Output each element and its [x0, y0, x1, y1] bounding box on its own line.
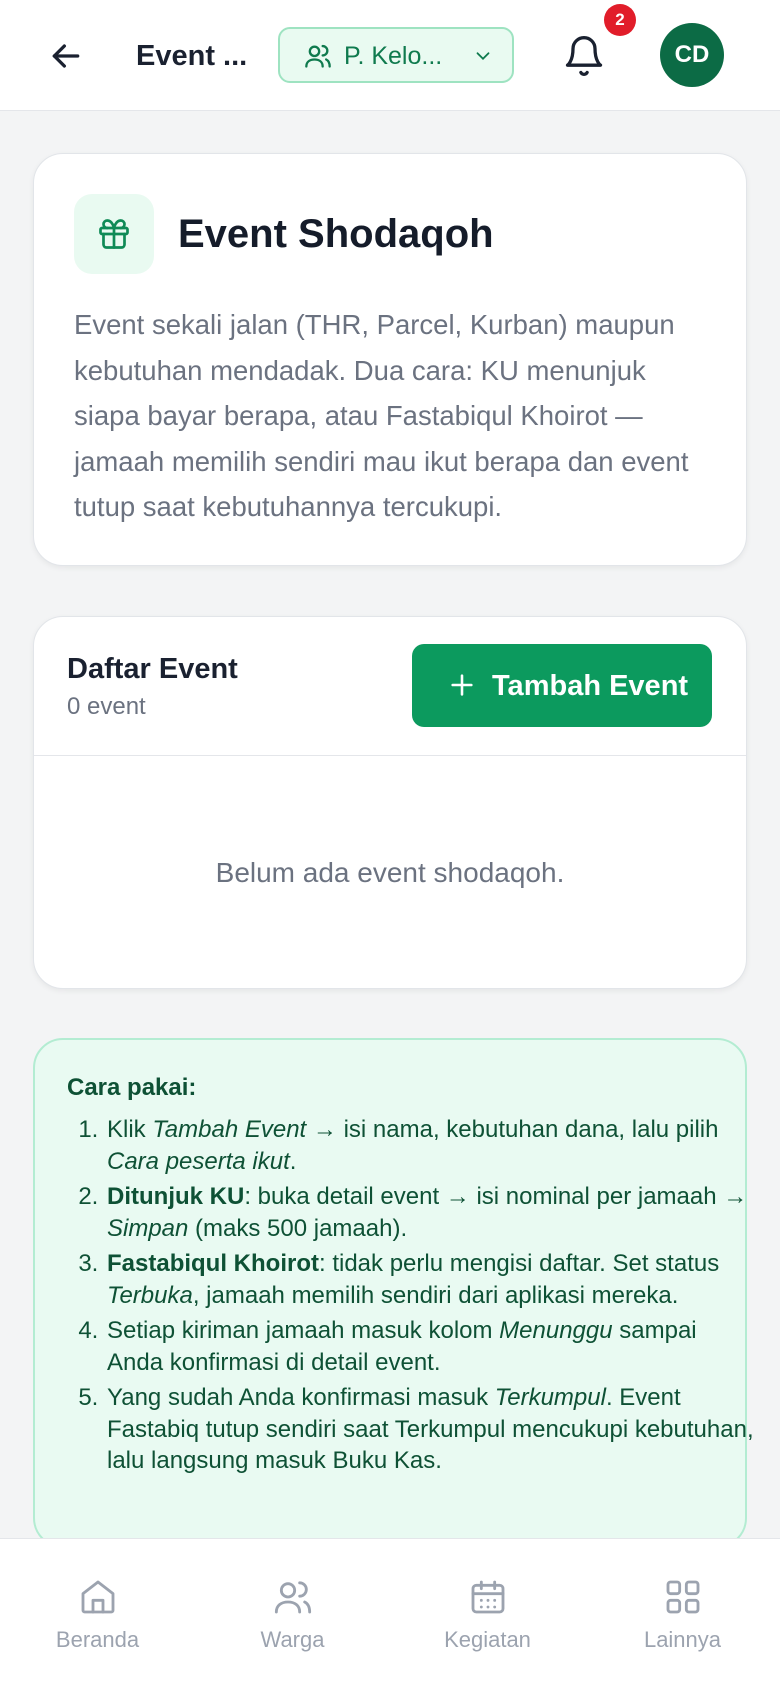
intro-card: Event Shodaqoh Event sekali jalan (THR, … [33, 153, 747, 566]
bottom-navigation: Beranda Warga Kegiatan Lainnya [0, 1538, 780, 1689]
intro-title: Event Shodaqoh [178, 212, 494, 256]
back-button[interactable] [46, 36, 86, 76]
usage-step: Yang sudah Anda konfirmasi masuk Terkump… [105, 1382, 755, 1477]
users-icon [274, 1581, 312, 1614]
usage-step: Fastabiqul Khoirot: tidak perlu mengisi … [105, 1248, 755, 1311]
top-app-bar: Event ... P. Kelo... 2 CD [0, 0, 780, 111]
add-event-label: Tambah Event [492, 670, 689, 702]
usage-guide: Cara pakai: Klik Tambah Event → isi nama… [33, 1038, 754, 1548]
arrow-left-icon [52, 44, 80, 68]
calendar-icon [471, 1580, 505, 1614]
usage-step: Setiap kiriman jamaah masuk kolom Menung… [105, 1315, 755, 1378]
home-icon [81, 1580, 115, 1614]
event-list-header: Daftar Event 0 event Tambah Event [34, 617, 746, 756]
event-list-title: Daftar Event [67, 653, 238, 685]
intro-description: Event sekali jalan (THR, Parcel, Kurban)… [74, 309, 689, 522]
nav-item-beranda[interactable]: Beranda [0, 1539, 195, 1689]
nav-label: Beranda [55, 1627, 140, 1652]
usage-step: Klik Tambah Event → isi nama, kebutuhan … [105, 1114, 755, 1177]
user-avatar[interactable]: CD [660, 23, 724, 87]
nav-item-lainnya[interactable]: Lainnya [585, 1539, 780, 1689]
plus-icon [451, 674, 473, 696]
page-title: Event ... [136, 40, 248, 72]
nav-label: Lainnya [643, 1627, 722, 1652]
nav-item-warga[interactable]: Warga [195, 1539, 390, 1689]
grid-icon [666, 1580, 700, 1614]
usage-steps: Klik Tambah Event → isi nama, kebutuhan … [67, 1114, 755, 1481]
notification-count-badge: 2 [604, 4, 636, 36]
notifications-button[interactable] [562, 34, 606, 78]
nav-item-kegiatan[interactable]: Kegiatan [390, 1539, 585, 1689]
usage-step: Ditunjuk KU: buka detail event → isi nom… [105, 1181, 755, 1244]
empty-state-text: Belum ada event shodaqoh. [215, 857, 565, 888]
event-list-card: Daftar Event 0 event Tambah Event Belum … [33, 616, 747, 989]
nav-label: Warga [260, 1627, 325, 1652]
usage-guide-title: Cara pakai: [67, 1074, 197, 1101]
event-count: 0 event [67, 693, 146, 720]
bell-icon [565, 36, 603, 76]
chevron-down-icon [476, 52, 490, 61]
users-icon [305, 44, 331, 68]
gift-icon-container [74, 194, 154, 274]
gift-icon [99, 219, 129, 249]
organization-select[interactable]: P. Kelo... [278, 27, 514, 83]
organization-select-value: P. Kelo... [344, 42, 443, 70]
nav-label: Kegiatan [444, 1627, 531, 1652]
add-event-button[interactable]: Tambah Event [412, 644, 712, 727]
